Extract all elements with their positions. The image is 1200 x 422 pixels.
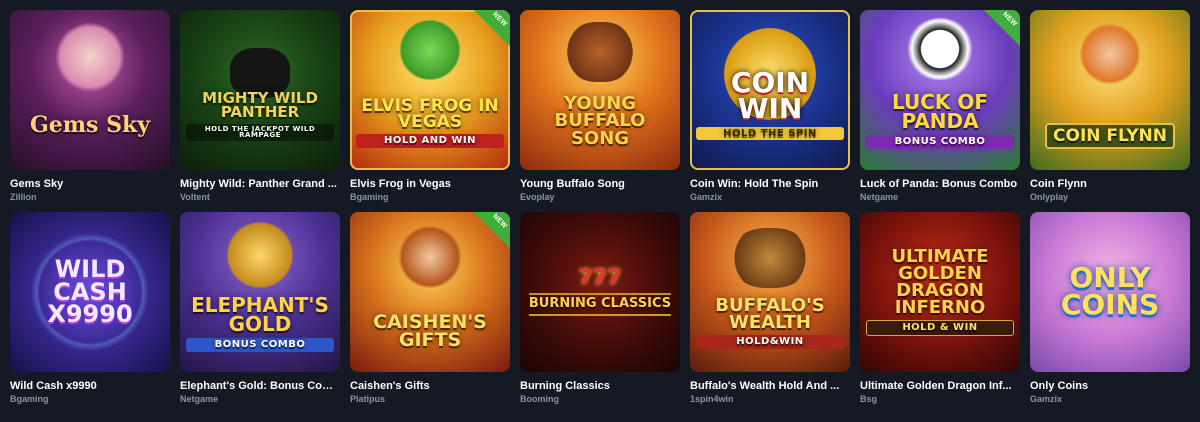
game-art-title: Caishen's Gifts <box>373 310 487 351</box>
game-art-title: Luck of Panda Bonus Combo <box>860 90 1020 149</box>
game-thumbnail[interactable]: Mighty Wild Panther Hold the Jackpot Wil… <box>180 10 340 170</box>
game-card[interactable]: 777 Burning Classics Burning Classics Bo… <box>520 212 680 405</box>
game-provider: Bgaming <box>10 394 49 404</box>
game-provider: Netgame <box>860 192 899 202</box>
game-art-name: Luck of Panda <box>891 90 989 134</box>
game-name: Ultimate Golden Dragon Inf... <box>860 380 1012 392</box>
game-art-title: Coin Win Hold the Spin <box>690 65 850 141</box>
game-art-name: Elephant's Gold <box>191 293 329 337</box>
game-thumbnail[interactable]: 777 Burning Classics <box>520 212 680 372</box>
game-art-title: Elvis Frog in Vegas Hold and Win <box>350 98 510 148</box>
game-art-title: Ultimate Golden Dragon Inferno Hold & Wi… <box>860 248 1020 336</box>
game-thumbnail[interactable]: NEW Elvis Frog in Vegas Hold and Win <box>350 10 510 170</box>
game-thumbnail[interactable]: Wild Cash x9990 <box>10 212 170 372</box>
game-card[interactable]: Wild Cash x9990 Wild Cash x9990 Bgaming <box>10 212 170 405</box>
game-card[interactable]: Only Coins Only Coins Gamzix <box>1030 212 1190 405</box>
game-provider: Evoplay <box>520 192 555 202</box>
game-card[interactable]: Young Buffalo Song Young Buffalo Song Ev… <box>520 10 680 203</box>
game-card[interactable]: Coin Flynn Coin Flynn Onlyplay <box>1030 10 1190 203</box>
game-card[interactable]: Gems Sky Gems Sky Zillion <box>10 10 170 203</box>
game-card[interactable]: Coin Win Hold the Spin Coin Win: Hold Th… <box>690 10 850 203</box>
game-art-title: Young Buffalo Song <box>554 93 646 149</box>
game-card[interactable]: Buffalo's Wealth Hold&Win Buffalo's Weal… <box>690 212 850 405</box>
game-card[interactable]: Mighty Wild Panther Hold the Jackpot Wil… <box>180 10 340 203</box>
new-badge: NEW <box>474 10 510 46</box>
game-name: Coin Flynn <box>1030 178 1087 190</box>
game-name: Elephant's Gold: Bonus Com... <box>180 380 340 392</box>
game-provider: Bgaming <box>350 192 389 202</box>
game-art-title: Only Coins <box>1060 261 1160 321</box>
game-grid: Gems Sky Gems Sky Zillion Mighty Wild Pa… <box>0 0 1200 422</box>
game-art-title: Wild Cash x9990 <box>47 254 133 329</box>
game-art-title: Gems Sky <box>29 111 151 138</box>
game-thumbnail[interactable]: Gems Sky <box>10 10 170 170</box>
game-art-subtitle: Hold & Win <box>866 320 1014 336</box>
game-art-subtitle: Hold the Jackpot Wild Rampage <box>186 123 334 141</box>
game-provider: Platipus <box>350 394 386 404</box>
game-art-subtitle: 777 <box>578 265 622 290</box>
game-thumbnail[interactable]: Coin Win Hold the Spin <box>690 10 850 170</box>
game-art-subtitle: Hold&Win <box>696 335 844 349</box>
game-thumbnail[interactable]: Ultimate Golden Dragon Inferno Hold & Wi… <box>860 212 1020 372</box>
game-provider: Onlyplay <box>1030 192 1069 202</box>
game-name: Buffalo's Wealth Hold And ... <box>690 380 840 392</box>
game-name: Elvis Frog in Vegas <box>350 178 451 190</box>
game-card[interactable]: NEW Caishen's Gifts Caishen's Gifts Plat… <box>350 212 510 405</box>
game-thumbnail[interactable]: Only Coins <box>1030 212 1190 372</box>
game-name: Young Buffalo Song <box>520 178 625 190</box>
game-thumbnail[interactable]: Buffalo's Wealth Hold&Win <box>690 212 850 372</box>
game-art-title: 777 Burning Classics <box>523 262 677 316</box>
game-provider: Gamzix <box>1030 394 1063 404</box>
game-art-name: Mighty Wild Panther <box>202 89 318 122</box>
game-provider: Zillion <box>10 192 37 202</box>
game-art-title: Mighty Wild Panther Hold the Jackpot Wil… <box>180 91 340 141</box>
game-provider: Bsg <box>860 394 878 404</box>
game-thumbnail[interactable]: Elephant's Gold Bonus Combo <box>180 212 340 372</box>
game-art-name: Coin Win <box>730 65 810 126</box>
game-name: Mighty Wild: Panther Grand ... <box>180 178 337 190</box>
game-art-subtitle: Bonus Combo <box>866 135 1014 149</box>
game-art-subtitle: Hold and Win <box>356 134 504 148</box>
game-name: Only Coins <box>1030 380 1089 392</box>
game-provider: Voltent <box>180 192 210 202</box>
game-provider: 1spin4win <box>690 394 734 404</box>
game-art-name: Buffalo's Wealth <box>715 295 825 334</box>
game-thumbnail[interactable]: Young Buffalo Song <box>520 10 680 170</box>
game-art-name: Ultimate Golden Dragon Inferno <box>891 246 989 319</box>
game-thumbnail[interactable]: Coin Flynn <box>1030 10 1190 170</box>
game-name: Coin Win: Hold The Spin <box>690 178 819 190</box>
game-thumbnail[interactable]: NEW Luck of Panda Bonus Combo <box>860 10 1020 170</box>
new-badge: NEW <box>984 10 1020 46</box>
game-art-subtitle: Hold the Spin <box>696 126 844 141</box>
game-name: Burning Classics <box>520 380 610 392</box>
game-art-title: Buffalo's Wealth Hold&Win <box>690 297 850 349</box>
game-name: Wild Cash x9990 <box>10 380 97 392</box>
game-art-subtitle: Bonus Combo <box>186 338 334 352</box>
game-provider: Gamzix <box>690 192 723 202</box>
game-name: Gems Sky <box>10 178 64 190</box>
game-art-name: Elvis Frog in Vegas <box>361 96 499 133</box>
game-provider: Netgame <box>180 394 219 404</box>
game-card[interactable]: Elephant's Gold Bonus Combo Elephant's G… <box>180 212 340 405</box>
game-art-title: Elephant's Gold Bonus Combo <box>180 293 340 352</box>
game-name: Caishen's Gifts <box>350 380 430 392</box>
game-name: Luck of Panda: Bonus Combo <box>860 178 1018 190</box>
game-card[interactable]: NEW Elvis Frog in Vegas Hold and Win Elv… <box>350 10 510 203</box>
game-thumbnail[interactable]: NEW Caishen's Gifts <box>350 212 510 372</box>
game-provider: Booming <box>520 394 559 404</box>
game-card[interactable]: NEW Luck of Panda Bonus Combo Luck of Pa… <box>860 10 1020 203</box>
game-art-name: Burning Classics <box>528 293 672 316</box>
game-art-title: Coin Flynn <box>1045 122 1175 150</box>
new-badge: NEW <box>474 212 510 248</box>
game-card[interactable]: Ultimate Golden Dragon Inferno Hold & Wi… <box>860 212 1020 405</box>
